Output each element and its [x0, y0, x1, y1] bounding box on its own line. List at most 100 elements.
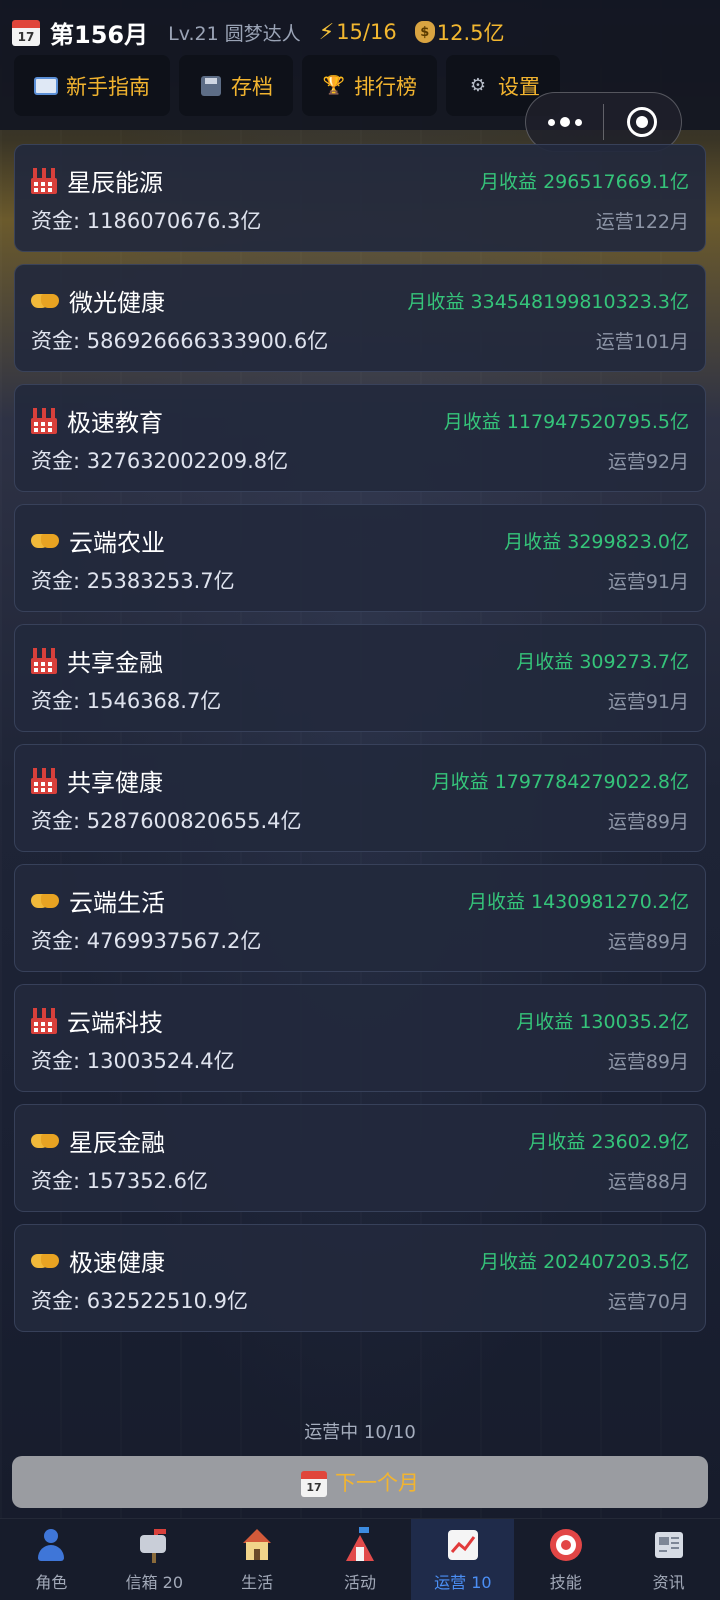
tab-label: 运营 10: [434, 1572, 492, 1592]
business-card[interactable]: 云端生活 资金: 4769937567.2亿 月收益 1430981270.2亿 运营…: [14, 864, 706, 972]
save-label: 存档: [231, 74, 273, 99]
book-icon: [34, 74, 58, 98]
factory-icon: [31, 647, 57, 674]
energy-indicator: ⚡ 15/16: [319, 20, 397, 45]
business-months: 运营89月: [607, 1051, 689, 1073]
business-name-row: 云端科技: [31, 1003, 163, 1038]
tab-news[interactable]: 资讯: [617, 1519, 720, 1600]
business-name: 共享健康: [67, 769, 163, 797]
business-fund: 资金: 25383253.7亿: [31, 569, 235, 593]
floppy-icon: [199, 74, 223, 98]
lightning-icon: ⚡: [318, 19, 335, 45]
business-fund: 资金: 1186070676.3亿: [31, 209, 262, 233]
target-icon: [548, 1527, 584, 1563]
tab-label: 资讯: [652, 1572, 685, 1592]
business-income: 月收益 130035.2亿: [516, 1011, 689, 1033]
guide-button[interactable]: 新手指南: [14, 55, 170, 116]
handshake-icon: [31, 890, 59, 912]
business-income: 月收益 296517669.1亿: [480, 171, 689, 193]
business-fund: 资金: 4769937567.2亿: [31, 929, 262, 953]
business-name-row: 极速健康: [31, 1243, 165, 1278]
calendar-day: 17: [12, 28, 40, 46]
next-month-button[interactable]: 17 下一个月: [12, 1456, 708, 1508]
calendar-icon: 17: [12, 18, 40, 46]
business-months: 运营70月: [607, 1291, 689, 1313]
business-name-row: 星辰金融: [31, 1123, 165, 1158]
factory-icon: [31, 1007, 57, 1034]
leaderboard-button[interactable]: 🏆 排行榜: [302, 55, 437, 116]
business-card[interactable]: 极速健康 资金: 632522510.9亿 月收益 202407203.5亿 运营70…: [14, 1224, 706, 1332]
player-level: Lv.21 圆梦达人: [168, 22, 301, 45]
handshake-icon: [31, 290, 59, 312]
operating-count: 运营中 10/10: [304, 1422, 416, 1443]
business-income: 月收益 23602.9亿: [528, 1131, 689, 1153]
bottom-tab-bar: 角色 信箱 20 生活 活动 运营 10 技能 资讯: [0, 1518, 720, 1600]
tab-life[interactable]: 生活: [206, 1519, 309, 1600]
miniprogram-capsule: [525, 92, 682, 152]
business-fund: 资金: 632522510.9亿: [31, 1289, 249, 1313]
business-name: 云端生活: [69, 889, 165, 917]
business-name: 星辰能源: [67, 169, 163, 197]
business-months: 运营91月: [607, 691, 689, 713]
tab-role[interactable]: 角色: [0, 1519, 103, 1600]
business-months: 运营91月: [607, 571, 689, 593]
handshake-icon: [31, 1130, 59, 1152]
business-fund: 资金: 157352.6亿: [31, 1169, 208, 1193]
business-months: 运营88月: [607, 1171, 689, 1193]
tab-label: 活动: [344, 1572, 377, 1592]
factory-icon: [31, 167, 57, 194]
business-card[interactable]: 星辰金融资金: 157352.6亿 月收益 23602.9亿运营88月: [14, 1104, 706, 1212]
save-button[interactable]: 存档: [179, 55, 293, 116]
business-name: 极速教育: [67, 409, 163, 437]
tab-label: 生活: [241, 1572, 274, 1592]
tab-label: 技能: [549, 1572, 582, 1592]
business-income: 月收益 1797784279022.8亿: [431, 771, 689, 793]
money-indicator: $ 12.5亿: [414, 17, 504, 47]
business-name-row: 云端生活: [31, 883, 165, 918]
business-name: 微光健康: [69, 289, 165, 317]
money-bag-icon: $: [414, 21, 435, 43]
close-miniprogram-button[interactable]: [604, 107, 681, 137]
calendar-icon: 17: [301, 1469, 327, 1497]
tab-operations[interactable]: 运营 10: [411, 1519, 515, 1600]
menu-row: 新手指南 存档 🏆 排行榜 ⚙ 设置: [14, 55, 560, 116]
more-options-button[interactable]: [526, 117, 603, 127]
newspaper-icon: [651, 1527, 687, 1563]
person-icon: [33, 1527, 69, 1563]
factory-icon: [31, 407, 57, 434]
business-card[interactable]: 共享健康 资金: 5287600820655.4亿 月收益 179778427902…: [14, 744, 706, 852]
factory-icon: [31, 767, 57, 794]
handshake-icon: [31, 1250, 59, 1272]
business-card[interactable]: 极速教育 资金: 327632002209.8亿 月收益 117947520795.…: [14, 384, 706, 492]
business-name-row: 共享金融: [31, 643, 163, 678]
tent-icon: [342, 1526, 378, 1563]
settings-label: 设置: [498, 74, 540, 99]
tab-skills[interactable]: 技能: [514, 1519, 617, 1600]
business-name-row: 云端农业: [31, 523, 165, 558]
business-months: 运营122月: [595, 211, 689, 233]
business-income: 月收益 309273.7亿: [516, 651, 689, 673]
business-name-row: 微光健康: [31, 283, 165, 318]
business-card[interactable]: 共享金融 资金: 1546368.7亿 月收益 309273.7亿 运营91月: [14, 624, 706, 732]
business-card[interactable]: 星辰能源资金: 1186070676.3亿 月收益 296517669.1亿运营1…: [14, 144, 706, 252]
business-name: 云端科技: [67, 1009, 163, 1037]
business-card[interactable]: 云端农业 资金: 25383253.7亿 月收益 3299823.0亿 运营91月: [14, 504, 706, 612]
business-card[interactable]: 微光健康 资金: 586926666333900.6亿 月收益 3345481998…: [14, 264, 706, 372]
business-name-row: 共享健康: [31, 763, 163, 798]
trophy-icon: 🏆: [322, 75, 346, 96]
leaderboard-label: 排行榜: [354, 74, 417, 99]
business-name: 共享金融: [67, 649, 163, 677]
tab-events[interactable]: 活动: [309, 1519, 412, 1600]
next-month-label: 下一个月: [335, 1471, 419, 1495]
gear-icon: ⚙: [469, 75, 487, 96]
business-months: 运营101月: [595, 331, 689, 353]
tab-mailbox[interactable]: 信箱 20: [103, 1519, 206, 1600]
business-income: 月收益 1430981270.2亿: [467, 891, 689, 913]
business-card[interactable]: 云端科技 资金: 13003524.4亿 月收益 130035.2亿 运营89月: [14, 984, 706, 1092]
business-months: 运营89月: [607, 811, 689, 833]
business-months: 运营92月: [607, 451, 689, 473]
record-icon: [627, 107, 658, 137]
current-month: 第156月: [50, 20, 149, 49]
guide-label: 新手指南: [66, 74, 150, 99]
chart-icon: [445, 1527, 481, 1563]
